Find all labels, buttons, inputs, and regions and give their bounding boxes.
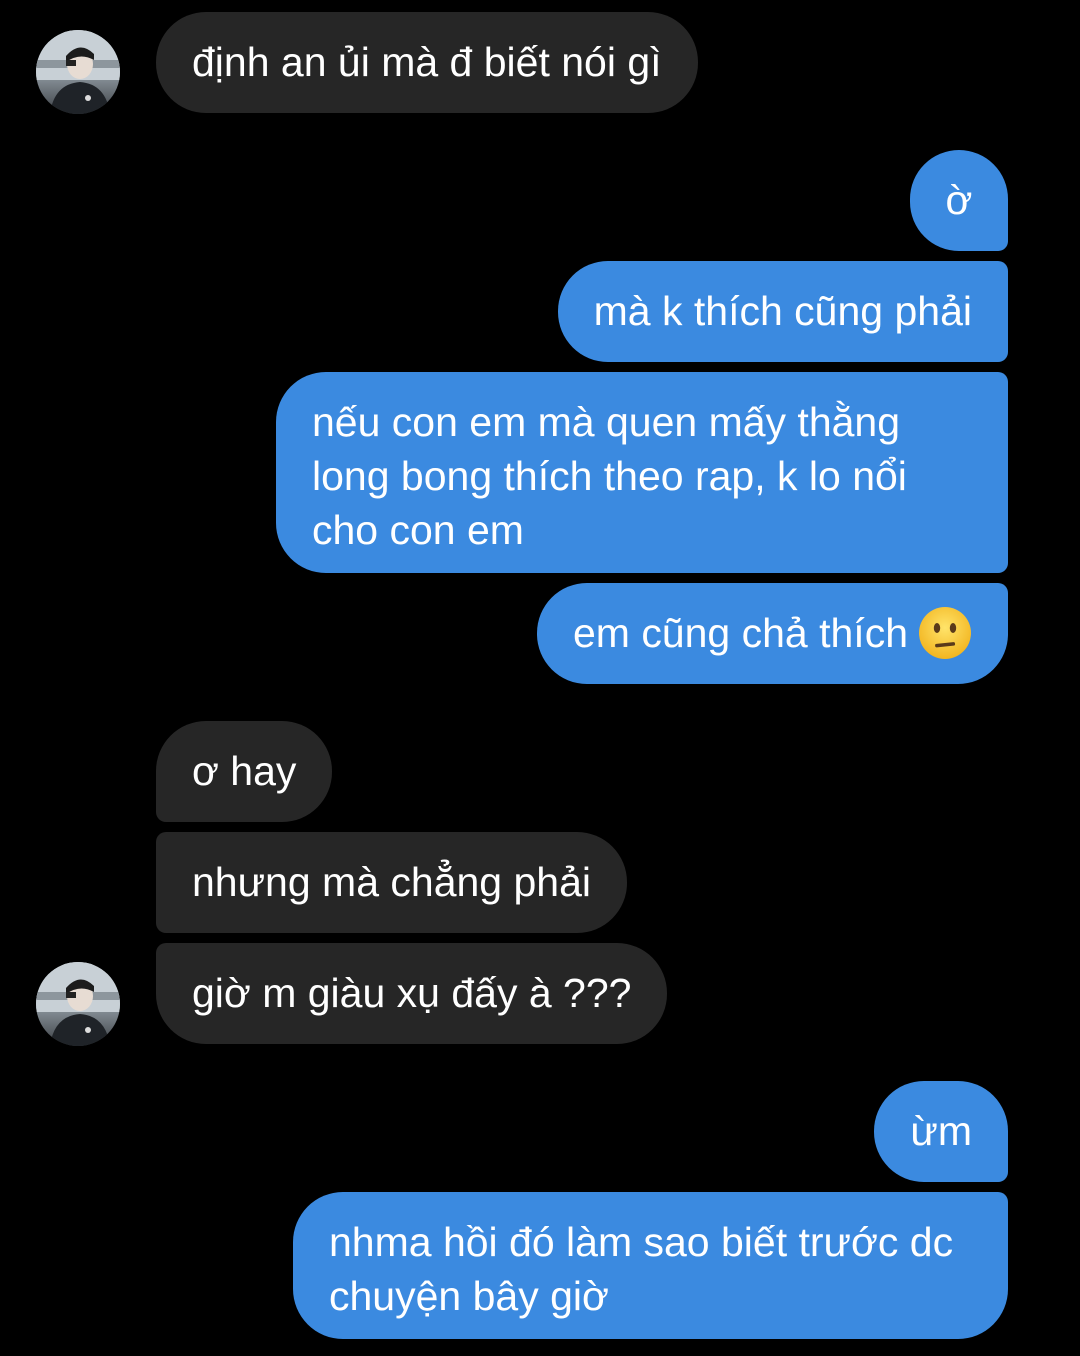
contact-avatar[interactable] xyxy=(36,30,120,114)
incoming-message[interactable]: ơ hay xyxy=(156,721,333,822)
outgoing-message[interactable]: ừm xyxy=(874,1081,1008,1182)
neutral-face-emoji xyxy=(919,607,971,660)
incoming-message[interactable]: nhưng mà chẳng phải xyxy=(156,832,628,933)
outgoing-message[interactable]: ờ xyxy=(910,150,1008,251)
contact-avatar[interactable] xyxy=(36,962,120,1046)
message-text: em cũng chả thích xyxy=(572,610,908,656)
incoming-message[interactable]: giờ m giàu xụ đấy à ??? xyxy=(156,943,668,1044)
outgoing-message[interactable]: nhma hồi đó làm sao biết trước dc chuyện… xyxy=(293,1192,1008,1339)
incoming-message[interactable]: định an ủi mà đ biết nói gì xyxy=(156,12,698,113)
outgoing-message[interactable]: nếu con em mà quen mấy thằng long bong t… xyxy=(276,372,1008,573)
outgoing-message[interactable]: em cũng chả thích xyxy=(536,583,1008,684)
outgoing-message[interactable]: mà k thích cũng phải xyxy=(557,261,1008,362)
